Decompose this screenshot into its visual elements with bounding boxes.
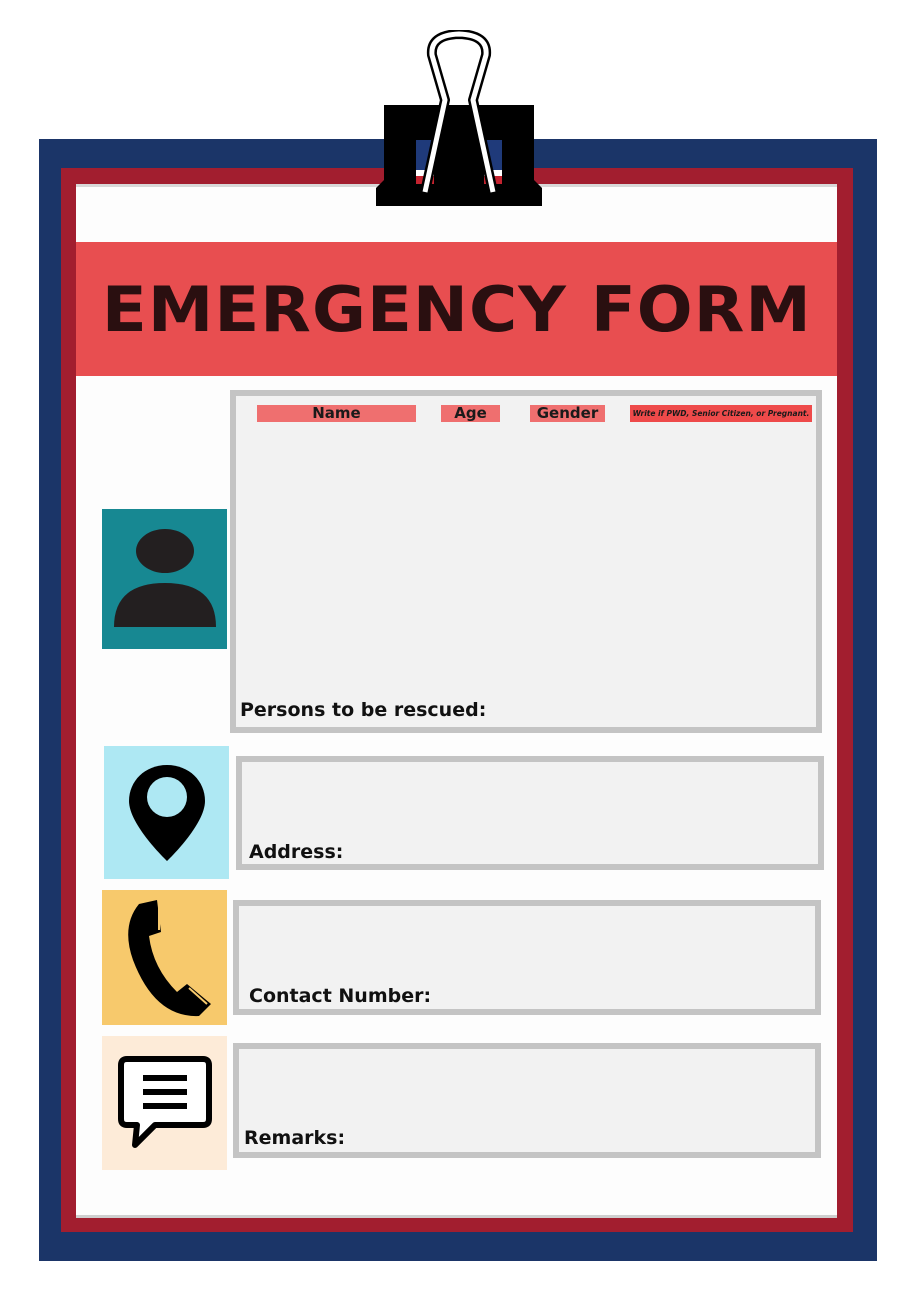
phone-tile: [102, 890, 227, 1025]
column-status-note: Write if PWD, Senior Citizen, or Pregnan…: [630, 405, 812, 422]
address-label: Address:: [249, 841, 344, 863]
phone-icon: [127, 899, 211, 1016]
persons-field[interactable]: [230, 390, 822, 733]
chat-tile: [102, 1036, 227, 1170]
chat-bubble-icon: [117, 1056, 212, 1148]
column-gender: Gender: [530, 405, 605, 422]
person-tile: [102, 509, 227, 649]
location-pin-icon: [128, 764, 205, 861]
column-age: Age: [441, 405, 500, 422]
persons-label: Persons to be rescued:: [240, 699, 487, 721]
title-banner: EMERGENCY FORM: [76, 242, 837, 376]
binder-clip-icon: [376, 30, 542, 206]
contact-number-label: Contact Number:: [249, 985, 432, 1007]
person-icon: [113, 529, 216, 627]
location-tile: [104, 746, 229, 879]
remarks-label: Remarks:: [244, 1127, 346, 1149]
column-name: Name: [257, 405, 416, 422]
form-title: EMERGENCY FORM: [101, 272, 812, 346]
